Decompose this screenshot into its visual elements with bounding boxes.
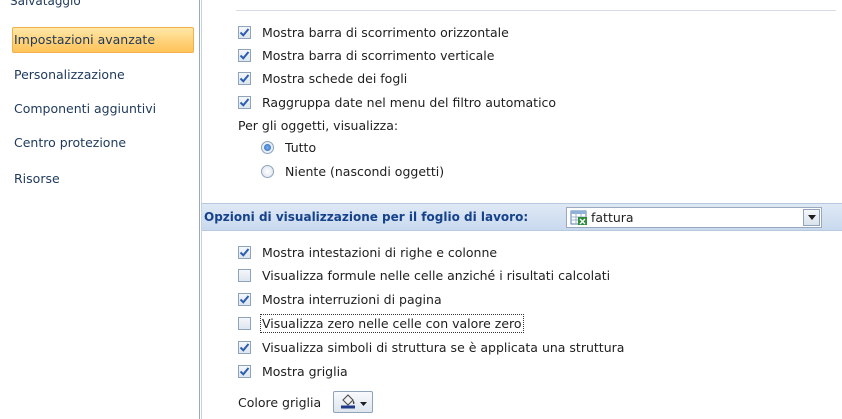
checkbox-checked-icon[interactable] bbox=[238, 71, 251, 85]
grid-color-button[interactable] bbox=[333, 391, 374, 413]
option-label: Mostra barra di scorrimento verticale bbox=[262, 47, 495, 63]
option-group-dates[interactable]: Raggruppa date nel menu del filtro autom… bbox=[238, 92, 556, 112]
grid-color-row: Colore griglia bbox=[238, 390, 374, 414]
grid-color-label: Colore griglia bbox=[238, 394, 322, 410]
checkbox-checked-icon[interactable] bbox=[238, 364, 251, 378]
objects-heading: Per gli oggetti, visualizza: bbox=[238, 115, 398, 135]
chevron-down-icon[interactable] bbox=[803, 209, 820, 226]
option-label: Mostra barra di scorrimento orizzontale bbox=[262, 24, 509, 40]
excel-sheet-icon bbox=[570, 210, 588, 226]
option-label: Visualizza simboli di struttura se è app… bbox=[262, 339, 625, 355]
option-label: Mostra interruzioni di pagina bbox=[262, 291, 442, 307]
checkbox-checked-icon[interactable] bbox=[238, 95, 251, 109]
option-label: Mostra griglia bbox=[262, 363, 348, 379]
radio-label: Niente (nascondi oggetti) bbox=[285, 163, 445, 179]
option-horizontal-scrollbar[interactable]: Mostra barra di scorrimento orizzontale bbox=[238, 22, 509, 42]
sidebar-item-risorse[interactable]: Risorse bbox=[12, 167, 194, 193]
paint-bucket-icon bbox=[339, 393, 357, 412]
option-label: Mostra schede dei fogli bbox=[262, 70, 408, 86]
option-show-grid[interactable]: Mostra griglia bbox=[238, 361, 348, 381]
checkbox-unchecked-icon[interactable] bbox=[238, 316, 251, 330]
checkbox-checked-icon[interactable] bbox=[238, 25, 251, 39]
option-show-zero[interactable]: Visualizza zero nelle celle con valore z… bbox=[238, 313, 524, 333]
sidebar-item-impostazioni-avanzate[interactable]: Impostazioni avanzate bbox=[12, 27, 194, 53]
checkbox-unchecked-icon[interactable] bbox=[238, 268, 251, 282]
radio-niente[interactable]: Niente (nascondi oggetti) bbox=[261, 161, 444, 181]
chevron-down-icon[interactable] bbox=[360, 395, 368, 409]
checkbox-checked-icon[interactable] bbox=[238, 245, 251, 259]
option-vertical-scrollbar[interactable]: Mostra barra di scorrimento verticale bbox=[238, 45, 494, 65]
checkbox-checked-icon[interactable] bbox=[238, 48, 251, 62]
radio-selected-icon[interactable] bbox=[261, 140, 274, 154]
sidebar-item-centro-protezione[interactable]: Centro protezione bbox=[12, 131, 194, 157]
option-page-breaks[interactable]: Mostra interruzioni di pagina bbox=[238, 289, 442, 309]
radio-tutto[interactable]: Tutto bbox=[261, 137, 316, 157]
option-label: Visualizza zero nelle celle con valore z… bbox=[260, 313, 524, 333]
option-show-formulas[interactable]: Visualizza formule nelle celle anziché i… bbox=[238, 265, 610, 285]
option-row-col-headers[interactable]: Mostra intestazioni di righe e colonne bbox=[238, 242, 497, 262]
option-label: Raggruppa date nel menu del filtro autom… bbox=[262, 94, 557, 110]
checkbox-checked-icon[interactable] bbox=[238, 340, 251, 354]
checkbox-checked-icon[interactable] bbox=[238, 292, 251, 306]
sidebar-item-componenti-aggiuntivi[interactable]: Componenti aggiuntivi bbox=[12, 97, 194, 123]
section-title: Opzioni di visualizzazione per il foglio… bbox=[204, 210, 529, 224]
option-outline-symbols[interactable]: Visualizza simboli di struttura se è app… bbox=[238, 337, 624, 357]
worksheet-select[interactable]: fattura bbox=[566, 207, 822, 228]
radio-unselected-icon[interactable] bbox=[261, 164, 274, 178]
option-label: Mostra intestazioni di righe e colonne bbox=[262, 244, 498, 260]
divider bbox=[236, 10, 836, 11]
option-label: Visualizza formule nelle celle anziché i… bbox=[262, 267, 611, 283]
radio-label: Tutto bbox=[285, 139, 317, 155]
advanced-options-panel: Mostra barra di scorrimento orizzontale … bbox=[201, 0, 842, 419]
worksheet-select-value: fattura bbox=[591, 210, 634, 225]
options-sidebar: Salvataggio Impostazioni avanzate Person… bbox=[0, 0, 200, 419]
worksheet-options-header: Opzioni di visualizzazione per il foglio… bbox=[202, 203, 842, 231]
sidebar-item-personalizzazione[interactable]: Personalizzazione bbox=[12, 63, 194, 89]
option-sheet-tabs[interactable]: Mostra schede dei fogli bbox=[238, 68, 407, 88]
sidebar-item-salvataggio[interactable]: Salvataggio bbox=[10, 0, 81, 8]
objects-heading-label: Per gli oggetti, visualizza: bbox=[238, 117, 399, 133]
